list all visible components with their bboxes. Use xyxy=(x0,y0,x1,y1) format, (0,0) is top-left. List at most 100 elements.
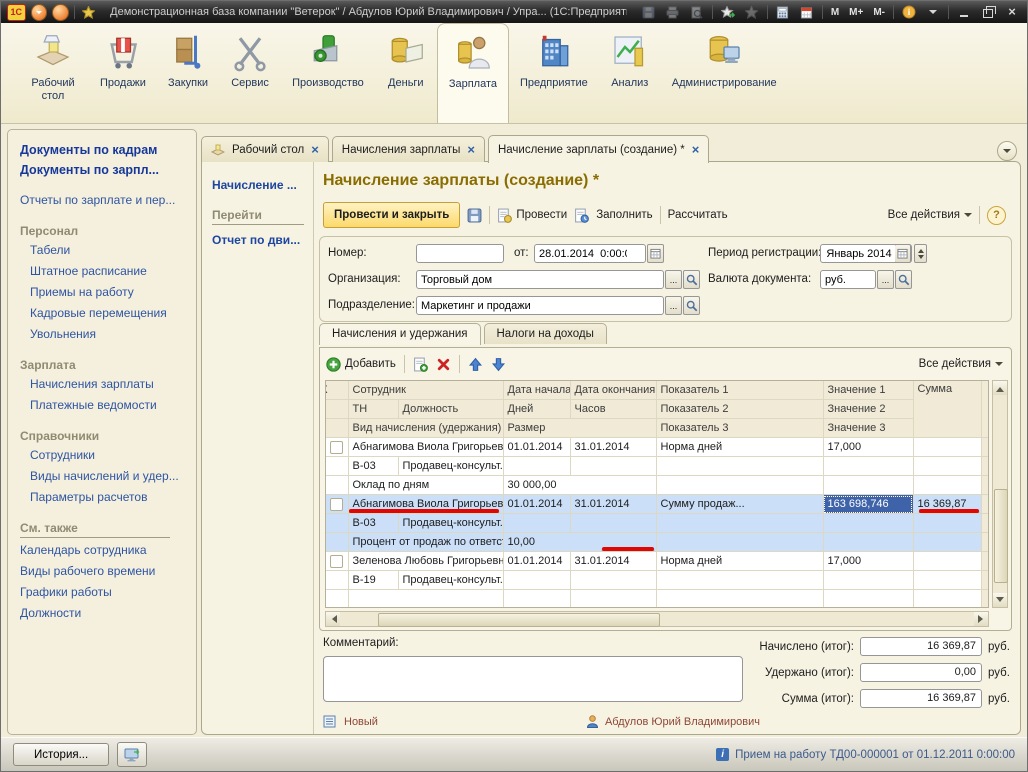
period-calendar-button[interactable] xyxy=(895,244,911,263)
add-favorite-icon[interactable] xyxy=(719,4,737,20)
hours-cell[interactable] xyxy=(570,571,656,590)
sidebar-item[interactable]: Виды рабочего времени xyxy=(20,561,192,582)
tab-accruals-deductions[interactable]: Начисления и удержания xyxy=(319,323,481,345)
sidebar-item[interactable]: Должности xyxy=(20,603,192,624)
preview-icon[interactable] xyxy=(688,4,706,20)
value-cell[interactable]: 163 698,746 xyxy=(823,495,913,514)
currency-select-button[interactable]: ... xyxy=(877,270,894,289)
row-checkbox[interactable] xyxy=(330,441,343,454)
favorites-star-icon[interactable] xyxy=(80,4,97,20)
sum-cell[interactable] xyxy=(913,457,981,476)
grid-row[interactable]: Зеленова Любовь Григорьевна01.01.201431.… xyxy=(326,552,989,571)
vertical-scrollbar[interactable] xyxy=(992,380,1008,608)
grid-column-header[interactable]: Дата окончания xyxy=(570,381,656,400)
grid-column-header[interactable]: Значение 2 xyxy=(823,400,913,419)
sidebar-command-link[interactable]: Документы по кадрам xyxy=(20,140,192,160)
indicator-cell[interactable]: Норма дней xyxy=(656,438,823,457)
grid-column-header[interactable]: Сотрудник xyxy=(348,381,503,400)
row-checkbox[interactable] xyxy=(330,555,343,568)
grid-column-header[interactable]: Сумма xyxy=(913,381,981,438)
sum-cell[interactable] xyxy=(913,552,981,571)
comment-input[interactable] xyxy=(323,656,743,702)
calculate-button[interactable]: Рассчитать xyxy=(668,209,728,221)
move-down-button[interactable] xyxy=(491,357,506,372)
nav-link-accrual[interactable]: Начисление ... xyxy=(212,178,313,192)
scroll-left-button[interactable] xyxy=(326,612,340,626)
sum-cell[interactable] xyxy=(913,533,981,552)
help-button[interactable]: ? xyxy=(987,206,1006,225)
days-cell[interactable] xyxy=(503,571,570,590)
add-row-button[interactable]: Добавить xyxy=(326,357,396,372)
horizontal-scrollbar[interactable] xyxy=(325,611,989,627)
ribbon-section-enterprise[interactable]: Предприятие xyxy=(509,23,599,123)
ribbon-section-service[interactable]: Сервис xyxy=(219,23,281,123)
calendar-icon[interactable] xyxy=(798,4,816,20)
grid-row[interactable]: В-03Продавец-консульт... xyxy=(326,457,989,476)
indicator2-cell[interactable] xyxy=(656,514,823,533)
minimize-button[interactable] xyxy=(955,4,973,20)
currency-input[interactable] xyxy=(820,270,876,289)
sidebar-item[interactable]: Увольнения xyxy=(20,324,192,345)
organization-search-button[interactable] xyxy=(683,270,700,289)
accrual-kind-cell[interactable]: Процент от продаж по ответст... xyxy=(348,533,503,552)
tn-cell[interactable]: В-19 xyxy=(348,571,398,590)
remote-desktop-button[interactable] xyxy=(117,742,147,767)
post-and-close-button[interactable]: Провести и закрыть xyxy=(323,202,460,228)
value2-cell[interactable] xyxy=(823,571,913,590)
memory-recall-button[interactable]: M xyxy=(829,4,841,20)
accrual-kind-cell[interactable]: Оклад по дням xyxy=(348,476,503,495)
date-start-cell[interactable]: 01.01.2014 xyxy=(503,438,570,457)
memory-subtract-button[interactable]: M- xyxy=(871,4,887,20)
value-cell[interactable]: 17,000 xyxy=(823,438,913,457)
sidebar-command-link[interactable]: Документы по зарпл... xyxy=(20,160,192,180)
sidebar-item[interactable]: Штатное расписание xyxy=(20,261,192,282)
date-calendar-button[interactable] xyxy=(647,244,664,263)
value3-cell[interactable] xyxy=(823,533,913,552)
grid-extra-column[interactable] xyxy=(981,381,989,438)
organization-select-button[interactable]: ... xyxy=(665,270,682,289)
grid-column-header[interactable]: Вид начисления (удержания) xyxy=(348,419,503,438)
indicator2-cell[interactable] xyxy=(656,457,823,476)
sidebar-item[interactable]: Начисления зарплаты xyxy=(20,374,192,395)
sum-cell[interactable]: 16 369,87 xyxy=(913,495,981,514)
date-end-cell[interactable]: 31.01.2014 xyxy=(570,438,656,457)
date-end-cell[interactable]: 31.01.2014 xyxy=(570,495,656,514)
grid-row[interactable]: Абнагимова Виола Григорьевна01.01.201431… xyxy=(326,438,989,457)
sum-cell[interactable] xyxy=(913,514,981,533)
size-cell[interactable]: 10,00 xyxy=(503,533,656,552)
organization-input[interactable] xyxy=(416,270,664,289)
ribbon-section-purchases[interactable]: Закупки xyxy=(157,23,219,123)
department-select-button[interactable]: ... xyxy=(665,296,682,315)
restore-button[interactable] xyxy=(979,4,997,20)
sidebar-item[interactable]: Кадровые перемещения xyxy=(20,303,192,324)
indicator-cell[interactable]: Норма дней xyxy=(656,552,823,571)
size-cell[interactable]: 30 000,00 xyxy=(503,476,656,495)
sidebar-item[interactable]: Графики работы xyxy=(20,582,192,603)
currency-search-button[interactable] xyxy=(895,270,912,289)
hours-cell[interactable] xyxy=(570,514,656,533)
hours-cell[interactable] xyxy=(570,457,656,476)
ribbon-section-desktop[interactable]: Рабочий стол xyxy=(17,23,89,123)
value2-cell[interactable] xyxy=(823,514,913,533)
sum-cell[interactable] xyxy=(913,571,981,590)
horizontal-scroll-thumb[interactable] xyxy=(378,613,660,627)
fill-button[interactable]: Заполнить xyxy=(596,209,652,221)
employee-cell[interactable]: Абнагимова Виола Григорьевна xyxy=(348,495,503,514)
sidebar-item[interactable]: Платежные ведомости xyxy=(20,395,192,416)
ribbon-section-salary[interactable]: Зарплата xyxy=(437,23,509,123)
indicator2-cell[interactable] xyxy=(656,571,823,590)
grid-row[interactable]: Процент от продаж по ответст...10,00 xyxy=(326,533,989,552)
sum-cell[interactable] xyxy=(913,476,981,495)
favorites-list-icon[interactable] xyxy=(743,4,761,20)
grid-column-header[interactable]: Дата начала xyxy=(503,381,570,400)
days-cell[interactable] xyxy=(503,457,570,476)
nav-link-report[interactable]: Отчет по дви... xyxy=(212,233,313,247)
close-tab-icon[interactable]: × xyxy=(692,144,700,156)
close-button[interactable]: × xyxy=(1003,4,1021,20)
date-end-cell[interactable]: 31.01.2014 xyxy=(570,552,656,571)
grid-column-header[interactable]: Показатель 3 xyxy=(656,419,823,438)
date-input[interactable] xyxy=(534,244,646,263)
grid-column-header[interactable]: Значение 3 xyxy=(823,419,913,438)
grid-row[interactable]: В-03Продавец-консульт... xyxy=(326,514,989,533)
grid-empty-row[interactable] xyxy=(326,590,989,609)
